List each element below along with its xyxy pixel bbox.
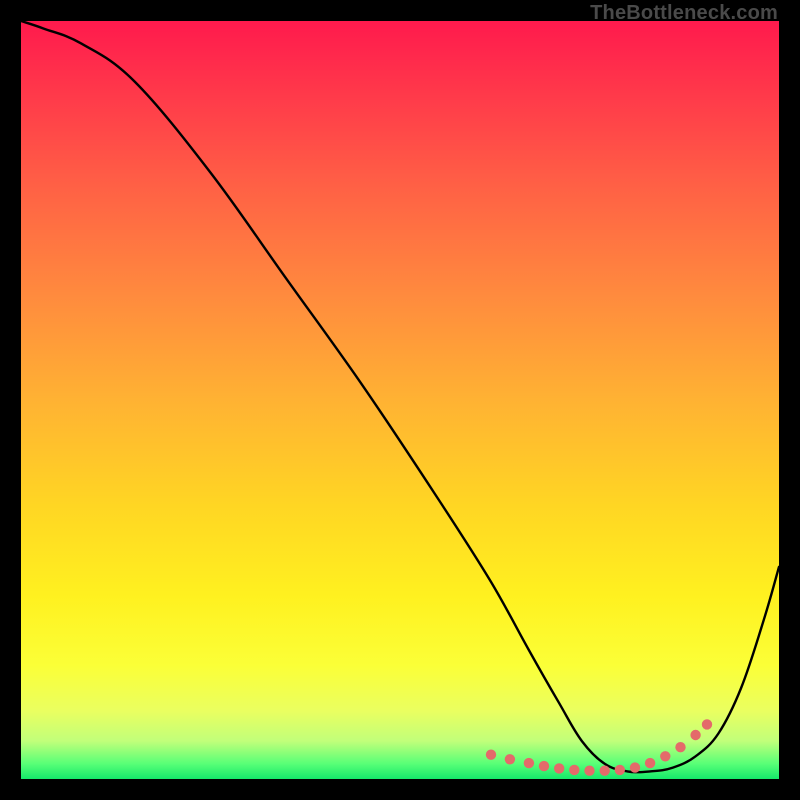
- curve-path: [21, 21, 779, 772]
- curve-layer: [21, 21, 779, 779]
- highlight-dot: [645, 758, 655, 768]
- bottleneck-curve: [21, 21, 779, 772]
- highlight-dots: [486, 719, 712, 776]
- highlight-dot: [539, 761, 549, 771]
- outer-frame: TheBottleneck.com: [0, 0, 800, 800]
- highlight-dot: [615, 765, 625, 775]
- highlight-dot: [524, 758, 534, 768]
- highlight-dot: [505, 754, 515, 764]
- watermark-text: TheBottleneck.com: [590, 2, 778, 25]
- highlight-dot: [569, 765, 579, 775]
- highlight-dot: [702, 719, 712, 729]
- highlight-dot: [600, 766, 610, 776]
- plot-area: [21, 21, 779, 779]
- highlight-dot: [690, 730, 700, 740]
- highlight-dot: [675, 742, 685, 752]
- highlight-dot: [660, 751, 670, 761]
- highlight-dot: [554, 763, 564, 773]
- highlight-dot: [486, 750, 496, 760]
- highlight-dot: [630, 762, 640, 772]
- highlight-dot: [584, 766, 594, 776]
